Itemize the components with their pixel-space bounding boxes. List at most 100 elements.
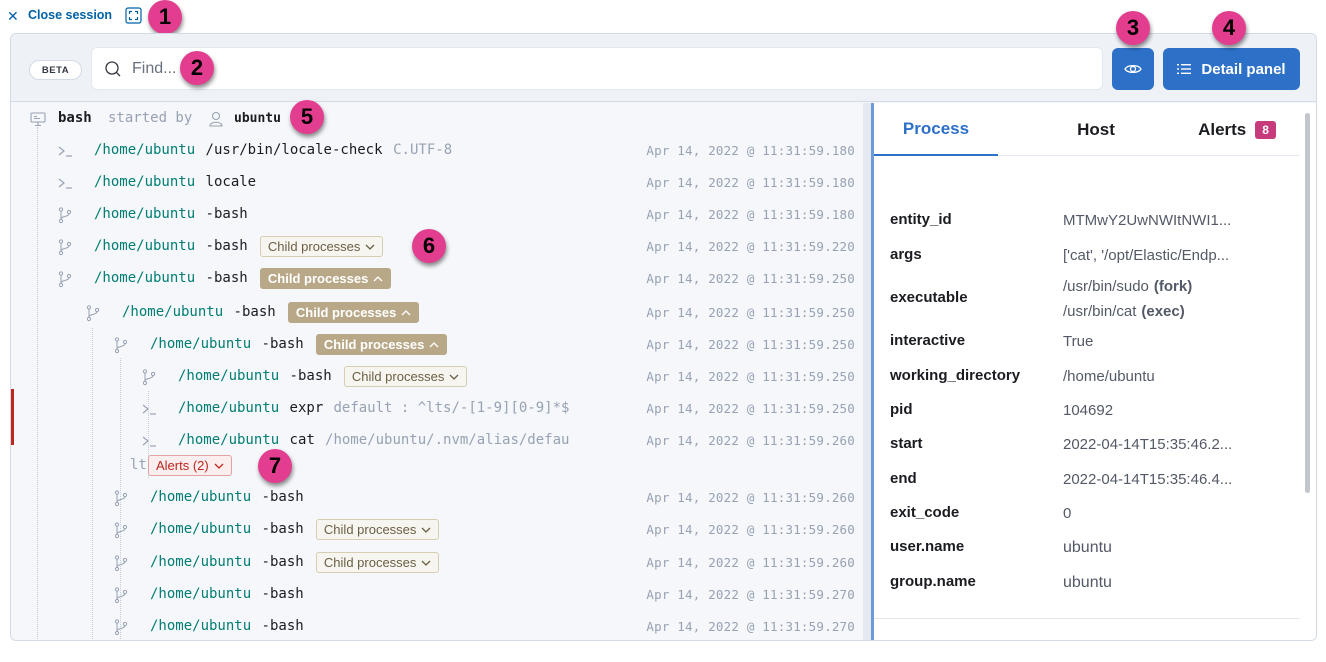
field-value: 0 [1063,505,1072,522]
process-row[interactable]: /home/ubuntu -bash Apr 14, 2022 @ 11:31:59… [11,583,863,607]
help-icon[interactable] [992,640,1006,642]
callout-5: 5 [290,100,324,134]
tab-process-label: Process [902,118,970,138]
alerts-toggle[interactable]: Alerts (2) [148,455,232,476]
working-directory: /home/ubuntu [94,270,196,286]
field-key: working_directory [890,367,1021,384]
callout-3: 3 [1116,11,1150,45]
field-key: user.name [890,538,965,555]
fork-icon [114,587,128,604]
command: -bash [233,304,276,320]
chevron-down-icon [449,374,459,380]
process-row[interactable]: /home/ubuntu -bash Child processes Apr 14, … [11,267,863,291]
beta-badge: BETA [29,60,82,80]
child-processes-toggle[interactable]: Child processes [287,302,420,323]
field-key: start [890,435,923,452]
field-value: ubuntu [1063,539,1112,556]
fork-icon [142,369,156,386]
working-directory: /home/ubuntu [150,586,252,602]
process-row[interactable]: /home/ubuntu -bash Child processes Apr 14, … [11,333,863,357]
field-value: ['cat', '/opt/Elastic/Endp... [1063,247,1230,264]
started-by-label: started by [108,110,193,126]
search-field[interactable] [91,47,1103,90]
fork-icon [114,522,128,539]
command: -bash [261,336,304,352]
process-row[interactable]: /home/ubuntu -bash Apr 14, 2022 @ 11:31:59… [11,486,863,510]
fork-icon [114,337,128,354]
details-scrollbar[interactable] [1305,113,1310,493]
close-icon[interactable]: ✕ [7,7,19,25]
timestamp: Apr 14, 2022 @ 11:31:59.250 [646,369,855,384]
session-user: ubuntu [234,111,281,126]
command: -bash [261,521,304,537]
fork-icon [58,207,72,224]
working-directory: /home/ubuntu [150,521,252,537]
command: -bash [261,618,304,634]
tab-process[interactable]: Process [874,103,998,156]
process-row[interactable]: /home/ubuntu -bash Child processes Apr 14, … [11,301,863,325]
process-row[interactable]: /home/ubuntu/usr/bin/locale-check C.UTF-8… [11,139,863,163]
search-icon [105,61,121,77]
command: -bash [205,206,248,222]
field-value: MTMwY2UwNWItNWI1... [1063,212,1232,229]
display-options-button[interactable] [1112,48,1154,90]
child-processes-label: Child processes [323,555,417,570]
process-row[interactable]: /home/ubuntu -bash Child processes Apr 14, … [11,518,863,542]
fork-icon [114,555,128,572]
fullscreen-icon[interactable] [125,7,142,24]
section-divider [874,618,1300,619]
child-processes-toggle[interactable]: Child processes [259,236,384,257]
child-processes-toggle[interactable]: Child processes [343,366,468,387]
child-processes-toggle[interactable]: Child processes [259,268,392,289]
command-args: C.UTF-8 [393,142,453,158]
field-key: entity_id [890,211,952,228]
working-directory: /home/ubuntu [122,304,224,320]
command: /usr/bin/locale-check [205,142,383,158]
process-row[interactable]: /home/ubuntu cat/home/ubuntu/.nvm/alias/d… [11,429,863,453]
close-session-link[interactable]: Close session [28,8,112,22]
chevron-up-icon [429,341,439,347]
timestamp: Apr 14, 2022 @ 11:31:59.260 [646,555,855,570]
process-row[interactable]: /home/ubuntu -bash Apr 14, 2022 @ 11:31:59… [11,615,863,639]
child-processes-toggle[interactable]: Child processes [315,334,448,355]
tab-host[interactable]: Host [1024,103,1168,156]
detail-panel-button[interactable]: Detail panel [1163,48,1300,90]
session-leader-row[interactable]: bash started by ubuntu [11,107,863,131]
tab-alerts[interactable]: Alerts 8 [1174,103,1300,156]
process-row[interactable]: /home/ubuntu -bash Child processes Apr 14, … [11,551,863,575]
command: cat [289,432,315,448]
executable-line: /usr/bin/cat (exec) [1063,299,1192,324]
chevron-up-icon [401,309,411,315]
field-key: group.name [890,573,976,590]
command-args-wrap: lt [130,457,147,473]
process-row[interactable]: /home/ubuntu locale Apr 14, 2022 @ 11:31:5… [11,171,863,195]
process-row[interactable]: /home/ubuntu expr default : ^lts/-[1-9][0-… [11,397,863,421]
command: -bash [205,238,248,254]
callout-4: 4 [1212,11,1246,45]
command-args: default : ^lts/-[1-9][0-9]*$ [333,400,570,416]
executable-kind: (fork) [1153,278,1193,295]
child-processes-label: Child processes [267,239,361,254]
child-processes-label: Child processes [323,337,425,352]
session-leader-name: bash [58,110,92,126]
detail-panel-label: Detail panel [1201,60,1286,78]
callout-2: 2 [180,51,214,85]
child-processes-toggle[interactable]: Child processes [315,552,440,573]
command: -bash [289,368,332,384]
entry-leader-accordion[interactable]: Entry Leader [890,638,1006,642]
executable-kind: (exec) [1141,303,1185,320]
chevron-right-icon[interactable] [1284,639,1296,641]
search-input[interactable] [132,48,1092,89]
field-key: args [890,246,922,263]
entry-leader-label: Entry Leader [890,638,982,640]
field-value: 2022-04-14T15:35:46.4... [1063,471,1233,488]
timestamp: Apr 14, 2022 @ 11:31:59.270 [646,619,855,634]
timestamp: Apr 14, 2022 @ 11:31:59.270 [646,587,855,602]
child-processes-toggle[interactable]: Child processes [315,519,440,540]
process-row[interactable]: /home/ubuntu -bash Apr 14, 2022 @ 11:31:59… [11,203,863,227]
field-value: ubuntu [1063,574,1112,591]
working-directory: /home/ubuntu [178,400,280,416]
process-row[interactable]: /home/ubuntu -bash Child processes Apr 14, … [11,365,863,389]
field-value: 104692 [1063,402,1114,419]
timestamp: Apr 14, 2022 @ 11:31:59.260 [646,490,855,505]
